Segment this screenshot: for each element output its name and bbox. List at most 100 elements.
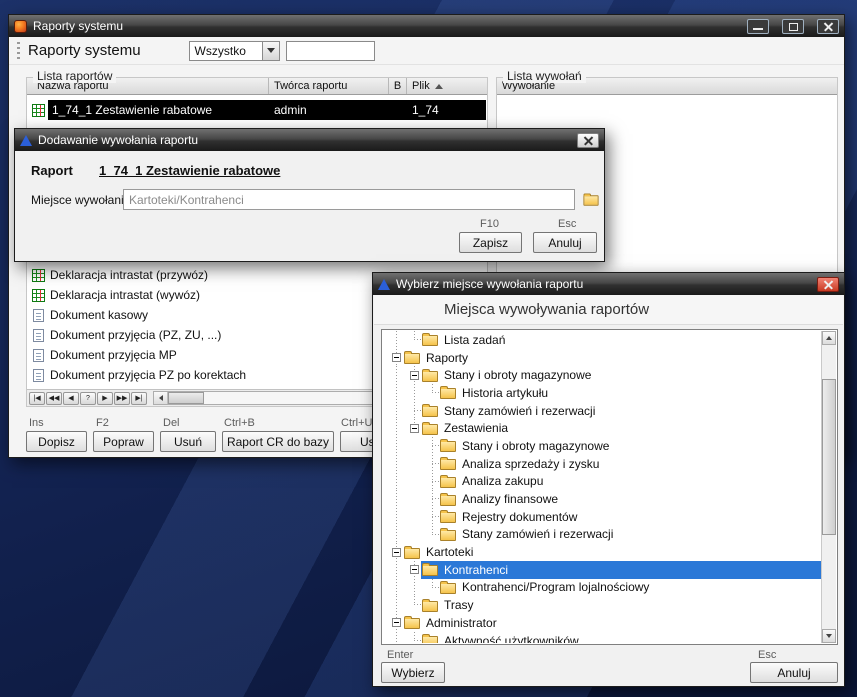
cancel-button[interactable]: Anuluj [750,662,838,683]
tree-item[interactable]: Stany i obroty magazynowe [383,366,821,384]
dialog-heading: Miejsca wywoływania raportów [374,295,843,325]
sort-ascending-icon [435,84,443,89]
shortcut-hint: Del [163,417,180,429]
shortcut-hint: F2 [96,417,109,429]
minimize-button[interactable] [747,19,769,34]
tree-item[interactable]: Aktywność użytkowników [383,632,821,643]
close-button[interactable] [577,133,599,148]
place-input[interactable] [123,189,575,210]
tree-list: Lista zadań Raporty Stany i obroty magaz… [383,331,821,643]
collapse-icon[interactable] [392,353,401,362]
select-button[interactable]: Wybierz [381,662,445,683]
tree-item[interactable]: Stany zamówień i rezerwacji [383,402,821,420]
nav-last-button[interactable]: ▶| [131,392,147,405]
calls-group-label: Lista wywołań [503,69,586,83]
collapse-icon[interactable] [410,371,419,380]
collapse-icon[interactable] [392,618,401,627]
column-header-creator[interactable]: Twórca raportu [269,78,389,94]
report-icon-cell [28,104,48,117]
shortcut-hint: Ctrl+U [341,417,372,429]
scroll-left-icon[interactable] [154,392,168,404]
add-button[interactable]: Dopisz [26,431,87,452]
report-name-cell: 1_74_1 Zestawienie rabatowe [48,100,270,120]
cancel-button[interactable]: Anuluj [533,232,597,253]
tree-item[interactable]: Analizy finansowe [383,490,821,508]
document-icon [33,369,44,382]
combobox-dropdown-button[interactable] [262,42,279,60]
grid-report-icon [32,269,45,282]
tree-item[interactable]: Historia artykułu [383,384,821,402]
places-tree: Lista zadań Raporty Stany i obroty magaz… [381,329,838,645]
nav-next-page-button[interactable]: ▶▶ [114,392,130,405]
choose-place-dialog-titlebar[interactable]: Wybierz miejsce wywołania raportu [373,273,844,295]
tree-item[interactable]: Analiza zakupu [383,473,821,491]
scrollbar-thumb[interactable] [822,379,836,535]
nav-next-button[interactable]: ▶ [97,392,113,405]
tree-item-selected[interactable]: Kontrahenci [383,561,821,579]
collapse-icon[interactable] [410,424,419,433]
shortcut-hint: Ins [29,417,44,429]
tree-item[interactable]: Rejestry dokumentów [383,508,821,526]
browse-place-button[interactable] [581,189,602,210]
grid-report-icon [32,289,45,302]
report-cr-to-db-button[interactable]: Raport CR do bazy [222,431,334,452]
folder-icon [404,353,420,364]
folder-icon [440,512,456,523]
scrollbar-thumb[interactable] [168,392,204,404]
folder-icon [583,195,598,205]
scroll-down-icon[interactable] [822,629,836,643]
search-input[interactable] [286,41,375,61]
folder-icon [440,495,456,506]
dialog-title: Wybierz miejsce wywołania raportu [396,277,811,291]
main-window-titlebar[interactable]: Raporty systemu [9,15,844,37]
report-b-cell [390,100,408,120]
dialog-icon [378,279,390,290]
collapse-icon[interactable] [410,565,419,574]
tree-scrollbar[interactable] [821,331,836,643]
tree-item[interactable]: Lista zadań [383,331,821,349]
add-call-dialog-titlebar[interactable]: Dodawanie wywołania raportu [15,129,604,151]
nav-first-button[interactable]: |◀ [29,392,45,405]
tree-item[interactable]: Analiza sprzedaży i zysku [383,455,821,473]
choose-place-dialog: Wybierz miejsce wywołania raportu Miejsc… [372,272,845,687]
tree-item[interactable]: Administrator [383,614,821,632]
selected-report-row[interactable]: 1_74_1 Zestawienie rabatowe admin 1_74 [28,100,486,120]
folder-icon [422,424,438,435]
close-button[interactable] [817,277,839,292]
tree-item[interactable]: Trasy [383,596,821,614]
scroll-up-icon[interactable] [822,331,836,345]
desktop-background: { "main_window": { "title": "Raporty sys… [0,0,857,697]
close-button[interactable] [817,19,839,34]
shortcut-hint: Esc [758,649,776,661]
folder-icon [440,441,456,452]
collapse-icon[interactable] [392,548,401,557]
edit-button[interactable]: Popraw [93,431,154,452]
report-creator-cell: admin [270,100,390,120]
window-title: Raporty systemu [33,19,741,33]
folder-icon [422,565,438,576]
tree-item[interactable]: Kartoteki [383,543,821,561]
nav-search-button[interactable]: ? [80,392,96,405]
tree-item[interactable]: Stany zamówień i rezerwacji [383,526,821,544]
nav-prev-page-button[interactable]: ◀◀ [46,392,62,405]
filter-combobox-value: Wszystko [190,42,262,60]
tree-item[interactable]: Stany i obroty magazynowe [383,437,821,455]
column-header-b[interactable]: B [389,78,407,94]
save-button[interactable]: Zapisz [459,232,522,253]
tree-item[interactable]: Raporty [383,349,821,367]
delete-button[interactable]: Usuń [160,431,216,452]
tree-item[interactable]: Kontrahenci/Program lojalnościowy [383,579,821,597]
folder-icon [422,636,438,643]
toolbar-grip-icon [17,42,20,60]
tree-item[interactable]: Zestawienia [383,419,821,437]
filter-combobox[interactable]: Wszystko [189,41,280,61]
folder-icon [404,618,420,629]
nav-prev-button[interactable]: ◀ [63,392,79,405]
column-header-file[interactable]: Plik [407,78,487,94]
folder-icon [404,548,420,559]
report-value: 1_74_1 Zestawienie rabatowe [99,163,280,178]
folder-icon [422,335,438,346]
maximize-button[interactable] [782,19,804,34]
folder-icon [440,477,456,488]
folder-icon [440,388,456,399]
